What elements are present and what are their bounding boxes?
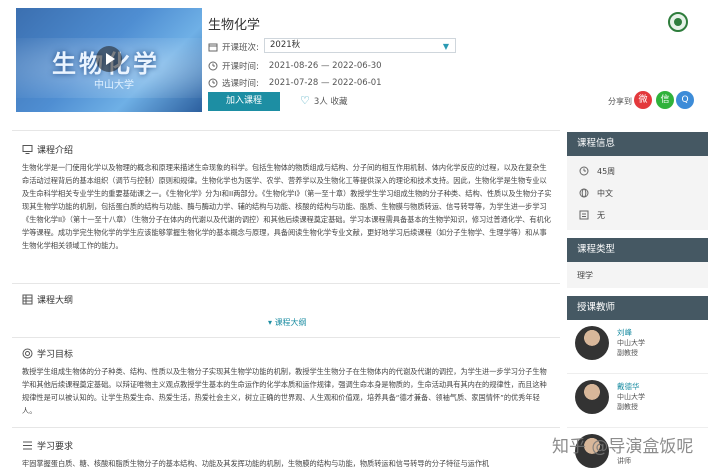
caret-down-icon: ▾: [268, 318, 273, 327]
subtitle-value: 无: [597, 210, 605, 220]
select-time-row: 选课时间: 2021-07-28 — 2022-06-01: [208, 77, 382, 89]
teacher-name[interactable]: 刘峰: [617, 327, 632, 338]
qq-icon: Q: [681, 95, 689, 105]
intro-title: 课程介绍: [37, 146, 74, 156]
session-select[interactable]: 2021秋 ▼: [264, 38, 456, 53]
course-info-body: 45周 中文 无: [567, 156, 708, 230]
list-icon: [23, 441, 32, 450]
divider: [12, 337, 560, 338]
divider: [12, 283, 560, 284]
open-time-row: 开课时间: 2021-08-26 — 2022-06-30: [208, 60, 382, 72]
language-row: 中文: [567, 182, 708, 204]
intro-text: 生物化学是一门使用化学以及物理的概念和原理来描述生命现象的科学。包括生物体的物质…: [22, 163, 552, 250]
reqs-heading: 学习要求: [22, 439, 73, 452]
teacher-name[interactable]: 戴德华: [617, 381, 640, 392]
teacher-title: 副教授: [617, 349, 638, 357]
teacher-card[interactable]: 戴德华 中山大学 副教授: [567, 374, 708, 428]
weibo-icon: 微: [638, 95, 648, 105]
outline-title: 课程大纲: [37, 296, 74, 306]
clock-icon: [208, 61, 218, 71]
wechat-icon: 信: [660, 95, 670, 105]
university-logo: [668, 12, 688, 32]
teacher-university: 中山大学: [617, 393, 645, 401]
teacher-university: 中山大学: [617, 339, 645, 347]
weibo-share-button[interactable]: 微: [634, 91, 652, 109]
cover-university-text: 中山大学: [94, 80, 134, 91]
watermark: 知乎 @导演盒饭呢: [552, 437, 694, 457]
chevron-down-icon: ▼: [442, 42, 449, 51]
monitor-icon: [22, 145, 33, 154]
reqs-text: 牢固掌握蛋白质、糖、核酸和脂质生物分子的基本结构、功能及其发挥功能的机制，生物膜…: [22, 459, 490, 468]
select-time-value: 2021-07-28 — 2022-06-01: [268, 78, 382, 88]
avatar: [575, 326, 609, 360]
goals-heading: 学习目标: [22, 347, 73, 360]
join-course-button[interactable]: 加入课程: [208, 92, 280, 111]
session-label: 开课班次:: [222, 43, 259, 53]
select-time-label: 选课时间:: [222, 79, 259, 89]
expand-outline-link[interactable]: ▾ 课程大纲: [268, 317, 307, 328]
intro-heading: 课程介绍: [22, 143, 73, 156]
target-icon: [22, 348, 33, 359]
favorite-button[interactable]: ♡ 3人 收藏: [300, 94, 348, 107]
globe-icon: [579, 188, 589, 198]
course-details-panel: 课程介绍 生物化学是一门使用化学以及物理的概念和原理来描述生命现象的科学。包括生…: [12, 130, 560, 472]
heart-icon: ♡: [300, 94, 310, 107]
clock-icon: [208, 78, 218, 88]
course-header: 生物化学 中山大学 生物化学 开课班次: 2021秋 ▼ 开课时间: 2021-…: [0, 0, 720, 126]
open-time-label: 开课时间:: [222, 62, 259, 72]
subtitle-row: 无: [567, 204, 708, 226]
course-info-title: 课程信息: [567, 132, 708, 156]
calendar-icon: [208, 43, 218, 52]
clock-icon: [579, 166, 589, 176]
session-row: 开课班次:: [208, 41, 259, 53]
course-cover-video[interactable]: 生物化学 中山大学: [16, 8, 202, 112]
course-type-title: 课程类型: [567, 238, 708, 262]
outline-heading: 课程大纲: [22, 293, 73, 306]
teacher-title: 副教授: [617, 403, 638, 411]
share-label: 分享到: [608, 97, 632, 106]
play-icon[interactable]: [96, 46, 122, 72]
outline-grid-icon: [22, 294, 33, 305]
divider: [12, 427, 560, 428]
weeks-row: 45周: [567, 160, 708, 182]
course-info-card: 课程信息 45周 中文 无: [567, 132, 708, 230]
course-title: 生物化学: [208, 18, 261, 33]
language-value: 中文: [597, 188, 613, 198]
goals-text: 教授学生组成生物体的分子种类、结构、性质以及生物分子实现其生物学功能的机制，教授…: [22, 367, 547, 415]
teacher-card[interactable]: 刘峰 中山大学 副教授: [567, 320, 708, 374]
course-type-value: 理学: [577, 270, 593, 280]
wechat-share-button[interactable]: 信: [656, 91, 674, 109]
weeks-value: 45周: [597, 166, 616, 176]
avatar: [575, 380, 609, 414]
session-value: 2021秋: [270, 40, 301, 50]
goals-title: 学习目标: [37, 350, 74, 360]
open-time-value: 2021-08-26 — 2022-06-30: [268, 61, 382, 71]
teachers-title: 授课教师: [567, 296, 708, 320]
qq-share-button[interactable]: Q: [676, 91, 694, 109]
course-type-card: 课程类型 理学: [567, 238, 708, 288]
subtitle-icon: [579, 210, 589, 220]
favorites-count: 3人 收藏: [313, 96, 348, 107]
expand-outline-label: 课程大纲: [274, 318, 307, 327]
reqs-title: 学习要求: [37, 442, 74, 452]
teacher-title: 讲师: [617, 457, 631, 465]
course-type-body: 理学: [567, 262, 708, 288]
